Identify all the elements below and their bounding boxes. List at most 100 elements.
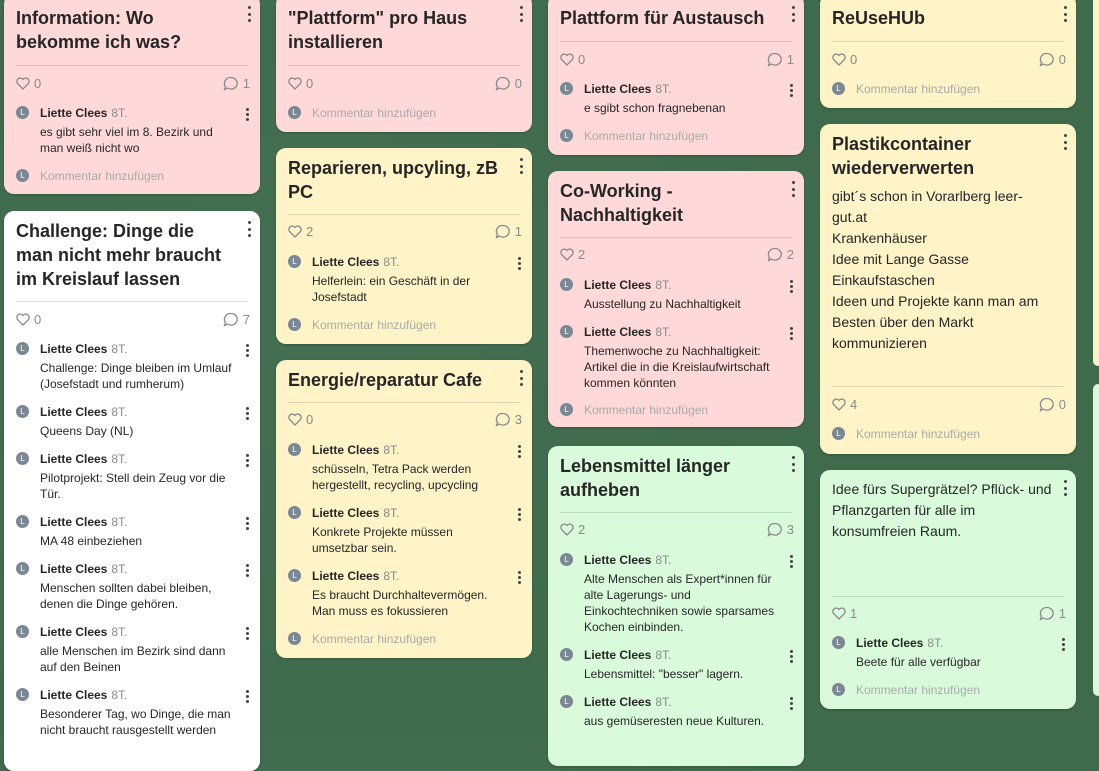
add-comment-input[interactable]: L Kommentar hinzufügen — [560, 402, 794, 418]
comment-meta: Liette Clees 8T. — [584, 277, 671, 293]
card-menu-icon[interactable] — [518, 370, 524, 386]
like-button[interactable]: 2 — [560, 522, 585, 537]
comments-button[interactable]: 1 — [767, 52, 794, 67]
comment-menu-icon[interactable] — [788, 555, 794, 568]
like-button[interactable]: 4 — [832, 397, 857, 412]
comment-text: schüsseln, Tetra Pack werden hergestellt… — [312, 462, 479, 492]
comment-text: Themenwoche zu Nachhaltigkeit: Artikel d… — [584, 344, 770, 390]
add-comment-input[interactable]: L Kommentar hinzufügen — [560, 128, 794, 144]
comment-count: 1 — [786, 52, 794, 67]
post-card[interactable]: ReUseHUb 0 0 L Kommentar hinzufügen — [820, 0, 1076, 108]
add-comment-input[interactable]: L Kommentar hinzufügen — [16, 168, 250, 184]
like-button[interactable]: 0 — [832, 52, 857, 67]
comment-menu-icon[interactable] — [516, 571, 522, 584]
add-comment-input[interactable]: L Kommentar hinzufügen — [288, 105, 522, 121]
like-button[interactable]: 2 — [288, 224, 313, 239]
like-count: 0 — [306, 76, 314, 91]
add-comment-input[interactable]: L Kommentar hinzufügen — [832, 426, 1066, 442]
post-card[interactable]: Information: Wo bekomme ich was? 0 1 L L… — [4, 0, 260, 194]
comments-button[interactable]: 3 — [495, 412, 522, 427]
comment: L Liette Clees 8T. Alte Menschen als Expe… — [560, 552, 794, 634]
comment-menu-icon[interactable] — [1060, 638, 1066, 651]
add-comment-input[interactable]: L Kommentar hinzufügen — [288, 317, 522, 333]
comments-button[interactable]: 1 — [1039, 606, 1066, 621]
avatar: L — [16, 562, 29, 575]
add-comment-input[interactable]: L Kommentar hinzufügen — [288, 631, 522, 647]
avatar: L — [16, 342, 29, 355]
post-card[interactable]: Energie/reparatur Cafe 0 3 L Liette Clee… — [276, 360, 532, 658]
card-menu-icon[interactable] — [1062, 134, 1068, 150]
comment-menu-icon[interactable] — [788, 697, 794, 710]
comments-button[interactable]: 3 — [767, 522, 794, 537]
comments-button[interactable]: 0 — [1039, 397, 1066, 412]
avatar: L — [560, 553, 573, 566]
card-menu-icon[interactable] — [790, 456, 796, 472]
add-comment-input[interactable]: L Kommentar hinzufügen — [832, 682, 1066, 698]
comment-author: Liette Clees — [584, 648, 652, 662]
card-menu-icon[interactable] — [246, 221, 252, 237]
comment-count: 0 — [1058, 52, 1066, 67]
post-card[interactable]: Lebensmittel länger aufheben 2 3 L Liett… — [548, 446, 804, 766]
card-menu-icon[interactable] — [246, 6, 252, 22]
post-card[interactable]: Co-Working - Nachhaltigkeit 2 2 L Liette… — [548, 171, 804, 427]
like-button[interactable]: 0 — [288, 76, 313, 91]
comment-meta: Liette Clees 8T. — [312, 254, 399, 270]
post-card[interactable]: Plastikcontainer wiederverwerten gibt´s … — [820, 124, 1076, 454]
add-comment-input[interactable]: L Kommentar hinzufügen — [832, 81, 1066, 97]
comment-menu-icon[interactable] — [244, 517, 250, 530]
comment-menu-icon[interactable] — [788, 650, 794, 663]
post-card[interactable]: Idee fürs Supergrätzel? Pflück- und Pfla… — [820, 470, 1076, 709]
offscreen-card-edge[interactable] — [1093, 0, 1099, 366]
like-count: 2 — [578, 247, 586, 262]
comment-text: Pilotprojekt: Stell dein Zeug vor die Tü… — [40, 471, 226, 501]
comments-button[interactable]: 0 — [495, 76, 522, 91]
comment-meta: Liette Clees 8T. — [312, 568, 399, 584]
like-button[interactable]: 0 — [288, 412, 313, 427]
comment-text: Menschen sollten dabei bleiben, denen di… — [40, 581, 212, 611]
comment-menu-icon[interactable] — [788, 280, 794, 293]
comment-menu-icon[interactable] — [244, 690, 250, 703]
card-menu-icon[interactable] — [1062, 480, 1068, 496]
like-button[interactable]: 0 — [560, 52, 585, 67]
avatar: L — [288, 569, 301, 582]
comment-menu-icon[interactable] — [244, 108, 250, 121]
comment-text: Helferlein: ein Geschäft in der Josefsta… — [312, 274, 471, 304]
comment-meta: Liette Clees 8T. — [40, 514, 127, 530]
comments-button[interactable]: 0 — [1039, 52, 1066, 67]
avatar: L — [832, 82, 845, 95]
comment: L Liette Clees 8T. Helferlein: ein Geschä… — [288, 254, 522, 304]
comments-button[interactable]: 1 — [223, 76, 250, 91]
like-button[interactable]: 0 — [16, 76, 41, 91]
comment-menu-icon[interactable] — [244, 627, 250, 640]
like-button[interactable]: 1 — [832, 606, 857, 621]
comment-menu-icon[interactable] — [516, 508, 522, 521]
post-card[interactable]: "Plattform" pro Haus installieren 0 0 LK… — [276, 0, 532, 132]
comment-menu-icon[interactable] — [788, 327, 794, 340]
comment-menu-icon[interactable] — [788, 84, 794, 97]
comment-menu-icon[interactable] — [244, 564, 250, 577]
avatar: L — [560, 82, 573, 95]
post-card[interactable]: Plattform für Austausch 0 1 L Liette Cle… — [548, 0, 804, 155]
like-button[interactable]: 2 — [560, 247, 585, 262]
comment-menu-icon[interactable] — [244, 407, 250, 420]
like-button[interactable]: 0 — [16, 312, 41, 327]
card-menu-icon[interactable] — [1062, 6, 1068, 22]
card-menu-icon[interactable] — [518, 158, 524, 174]
post-card[interactable]: Challenge: Dinge die man nicht mehr brau… — [4, 211, 260, 771]
card-menu-icon[interactable] — [518, 6, 524, 22]
comment-text: Ausstellung zu Nachhaltigkeit — [584, 297, 741, 311]
comments-button[interactable]: 1 — [495, 224, 522, 239]
comments-button[interactable]: 7 — [223, 312, 250, 327]
comment: L Liette Clees 8T. Themenwoche zu Nachhal… — [560, 324, 794, 390]
comment-menu-icon[interactable] — [516, 445, 522, 458]
comment-count: 3 — [514, 412, 522, 427]
card-menu-icon[interactable] — [790, 181, 796, 197]
post-card[interactable]: Reparieren, upcyling, zB PC 2 1 L Liette… — [276, 148, 532, 344]
offscreen-card-edge[interactable] — [1093, 384, 1099, 696]
comment-menu-icon[interactable] — [244, 454, 250, 467]
card-menu-icon[interactable] — [790, 6, 796, 22]
comment-age: 8T. — [111, 515, 128, 529]
comments-button[interactable]: 2 — [767, 247, 794, 262]
comment-menu-icon[interactable] — [516, 257, 522, 270]
comment-menu-icon[interactable] — [244, 344, 250, 357]
